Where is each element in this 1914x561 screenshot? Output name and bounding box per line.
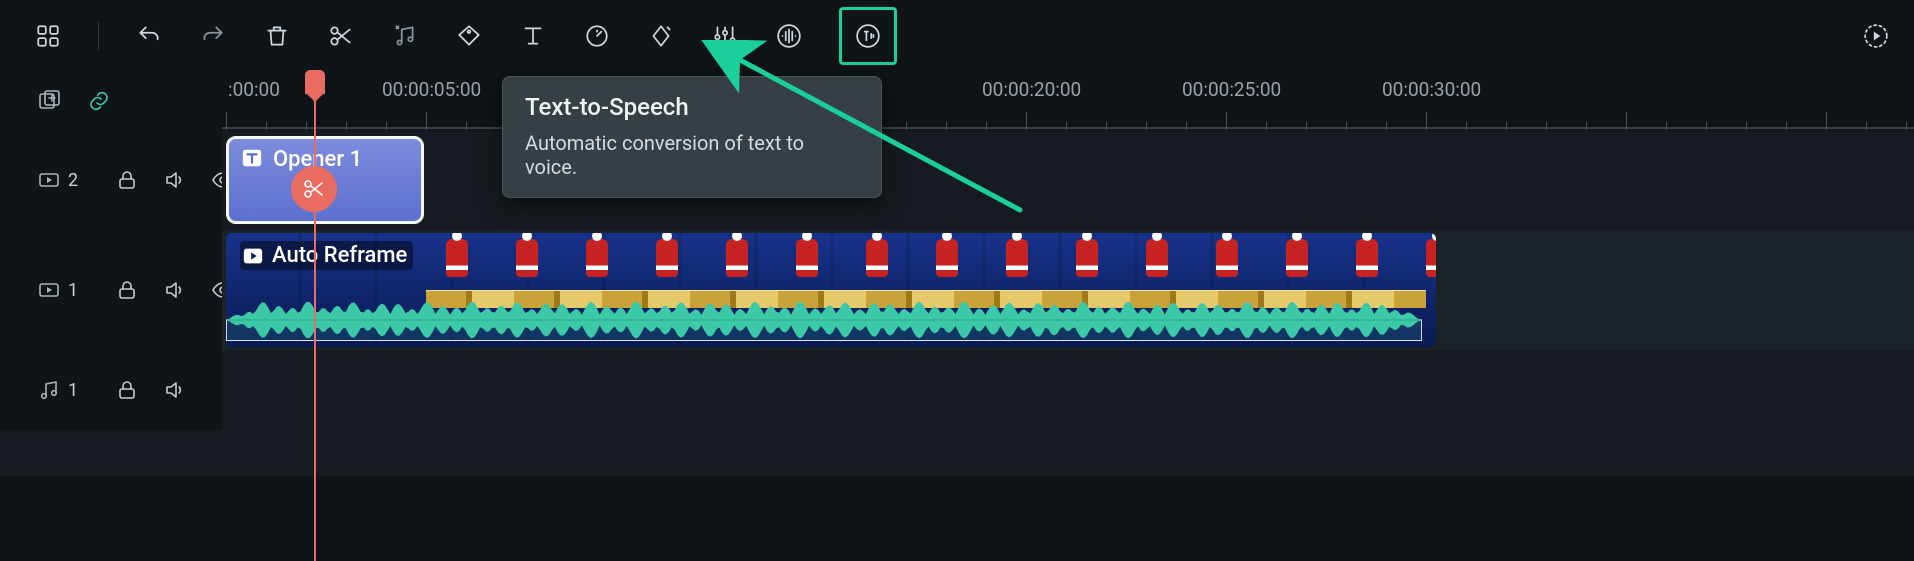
- track-type: 1: [36, 377, 78, 403]
- track-audio-head: 1: [0, 350, 222, 430]
- toolbar-divider: [98, 22, 99, 50]
- time-label: 00:00:05:00: [382, 78, 481, 101]
- ruler-ticks: [222, 104, 1914, 130]
- delete-icon[interactable]: [263, 22, 291, 50]
- text-tool-icon[interactable]: [519, 22, 547, 50]
- video-clip-badge: Auto Reframe: [240, 241, 413, 270]
- time-label: 00:00:25:00: [1182, 78, 1281, 101]
- tag-icon[interactable]: [455, 22, 483, 50]
- video-track-icon: [36, 167, 62, 193]
- split-handle[interactable]: [291, 166, 337, 212]
- lock-icon[interactable]: [114, 167, 140, 193]
- track-number: 1: [68, 280, 78, 301]
- time-label: 00:00:30:00: [1382, 78, 1481, 101]
- playhead-handle[interactable]: [305, 70, 325, 94]
- track-type: 2: [36, 167, 78, 193]
- track-audio: 1: [0, 350, 1914, 430]
- text-clip-icon: [241, 147, 263, 169]
- render-preview-icon[interactable]: [1862, 22, 1890, 50]
- video-clip[interactable]: Auto Reframe: [226, 233, 1436, 347]
- speed-icon[interactable]: [583, 22, 611, 50]
- audio-waveform: [226, 299, 1422, 341]
- track-text-head: 2: [0, 130, 222, 230]
- music-beat-icon: [391, 22, 419, 50]
- mute-icon[interactable]: [162, 167, 188, 193]
- add-media-icon[interactable]: [36, 88, 62, 114]
- app-grid-icon[interactable]: [34, 22, 62, 50]
- playhead-line: [314, 92, 316, 561]
- redo-icon: [199, 22, 227, 50]
- timeline-empty-area[interactable]: [0, 430, 1914, 476]
- split-scissors-icon[interactable]: [327, 22, 355, 50]
- music-track-icon: [36, 377, 62, 403]
- track-audio-lane[interactable]: [222, 350, 1914, 430]
- track-video-head: 1: [0, 230, 222, 350]
- mute-icon[interactable]: [162, 377, 188, 403]
- ruler-head: [0, 72, 222, 130]
- track-number: 1: [68, 380, 78, 401]
- track-text-lane[interactable]: Opener 1: [222, 130, 1914, 230]
- track-number: 2: [68, 170, 78, 191]
- annotation-arrow: [700, 40, 1040, 220]
- time-label: :00:00: [228, 78, 280, 101]
- mute-icon[interactable]: [162, 277, 188, 303]
- keyframe-icon[interactable]: [647, 22, 675, 50]
- lock-icon[interactable]: [114, 277, 140, 303]
- track-video-lane[interactable]: Auto Reframe: [222, 230, 1914, 350]
- track-type: 1: [36, 277, 78, 303]
- track-video: 1 Auto Reframe: [0, 230, 1914, 350]
- lock-icon[interactable]: [114, 377, 140, 403]
- video-clip-label: Auto Reframe: [272, 243, 407, 268]
- play-icon: [242, 245, 264, 267]
- undo-icon[interactable]: [135, 22, 163, 50]
- video-track-icon: [36, 277, 62, 303]
- video-thumbnail-art: [426, 235, 1426, 290]
- link-icon[interactable]: [86, 88, 112, 114]
- timeline-ruler[interactable]: :00:00 00:00:05:00 00:00:20:00 00:00:25:…: [222, 72, 1914, 130]
